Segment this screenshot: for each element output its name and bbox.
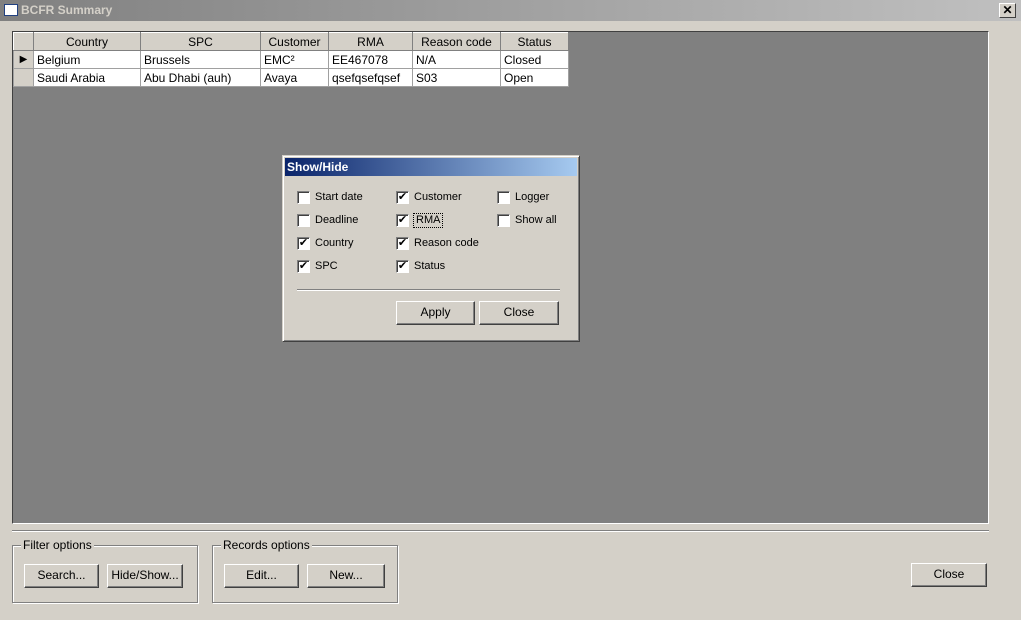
- checkbox-label[interactable]: Logger: [515, 191, 549, 204]
- records-options-group: Records options Edit... New...: [212, 538, 398, 603]
- table-header: Country SPC Customer RMA Reason code Sta…: [13, 32, 569, 51]
- checkbox-label[interactable]: Status: [414, 260, 445, 273]
- search-button[interactable]: Search...: [24, 564, 99, 588]
- form-icon: [4, 4, 18, 16]
- group-label: Records options: [221, 538, 312, 552]
- row-selector-header[interactable]: [13, 32, 34, 51]
- checkbox-label[interactable]: Country: [315, 237, 354, 250]
- checkbox-label[interactable]: SPC: [315, 260, 338, 273]
- checkbox-label[interactable]: Customer: [414, 191, 462, 204]
- checkbox-status[interactable]: ✔: [396, 260, 409, 273]
- checkbox-logger[interactable]: [497, 191, 510, 204]
- checkbox-label[interactable]: RMA: [412, 213, 444, 228]
- records-table: Country SPC Customer RMA Reason code Sta…: [13, 32, 569, 87]
- column-header[interactable]: RMA: [328, 32, 413, 51]
- checkbox-label[interactable]: Reason code: [414, 237, 479, 250]
- table-row[interactable]: Saudi Arabia Abu Dhabi (auh) Avaya qsefq…: [13, 68, 569, 87]
- column-header[interactable]: Country: [33, 32, 141, 51]
- table-cell[interactable]: Avaya: [260, 68, 329, 87]
- current-row-arrow-icon[interactable]: ▶: [13, 50, 34, 69]
- column-header[interactable]: Status: [500, 32, 569, 51]
- table-cell[interactable]: qsefqsefqsef: [328, 68, 413, 87]
- close-button[interactable]: Close: [911, 563, 987, 587]
- column-header[interactable]: SPC: [140, 32, 261, 51]
- table-cell[interactable]: Brussels: [140, 50, 261, 69]
- checkbox-label[interactable]: Deadline: [315, 214, 358, 227]
- checkbox-start-date[interactable]: [297, 191, 310, 204]
- table-cell[interactable]: N/A: [412, 50, 501, 69]
- checkbox-show-all[interactable]: [497, 214, 510, 227]
- group-label: Filter options: [21, 538, 94, 552]
- checkbox-deadline[interactable]: [297, 214, 310, 227]
- table-cell[interactable]: Belgium: [33, 50, 141, 69]
- checkbox-reason-code[interactable]: ✔: [396, 237, 409, 250]
- divider: [12, 530, 989, 532]
- column-header[interactable]: Customer: [260, 32, 329, 51]
- table-cell[interactable]: EE467078: [328, 50, 413, 69]
- checkbox-label[interactable]: Show all: [515, 214, 557, 227]
- edit-button[interactable]: Edit...: [224, 564, 299, 588]
- checkbox-spc[interactable]: ✔: [297, 260, 310, 273]
- column-header[interactable]: Reason code: [412, 32, 501, 51]
- dialog-close-button[interactable]: Close: [479, 301, 559, 325]
- table-row[interactable]: ▶ Belgium Brussels EMC² EE467078 N/A Clo…: [13, 50, 569, 69]
- new-button[interactable]: New...: [307, 564, 385, 588]
- table-cell[interactable]: Saudi Arabia: [33, 68, 141, 87]
- dialog-divider: [297, 289, 560, 291]
- window-title: BCFR Summary: [21, 3, 113, 17]
- window-close-button[interactable]: ✕: [999, 3, 1016, 18]
- show-hide-dialog: Show/Hide Start date Deadline ✔ Country ✔ SPC…: [282, 155, 580, 342]
- apply-button[interactable]: Apply: [396, 301, 475, 325]
- checkbox-customer[interactable]: ✔: [396, 191, 409, 204]
- table-cell[interactable]: Abu Dhabi (auh): [140, 68, 261, 87]
- table-cell[interactable]: EMC²: [260, 50, 329, 69]
- dialog-title: Show/Hide: [285, 158, 577, 176]
- checkbox-rma[interactable]: ✔: [396, 214, 409, 227]
- table-cell[interactable]: Closed: [500, 50, 569, 69]
- checkbox-country[interactable]: ✔: [297, 237, 310, 250]
- table-cell[interactable]: S03: [412, 68, 501, 87]
- hide-show-button[interactable]: Hide/Show...: [107, 564, 183, 588]
- row-selector[interactable]: [13, 68, 34, 87]
- checkbox-label[interactable]: Start date: [315, 191, 363, 204]
- filter-options-group: Filter options Search... Hide/Show...: [12, 538, 198, 603]
- window-title-bar: BCFR Summary: [0, 0, 1021, 21]
- table-cell[interactable]: Open: [500, 68, 569, 87]
